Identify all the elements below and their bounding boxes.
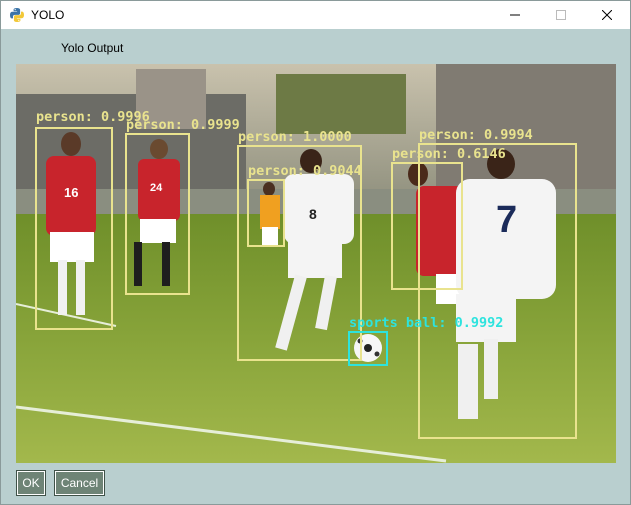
yolo-window: YOLO Yolo Output 16 24 8 7 person: 0.999…	[0, 0, 631, 505]
detection-box-person-4	[247, 179, 285, 247]
detection-label-person-5: person: 0.9994	[419, 127, 533, 143]
detection-box-person-1	[35, 127, 113, 330]
close-button[interactable]	[584, 1, 630, 29]
python-app-icon	[10, 8, 24, 22]
cancel-button[interactable]: Cancel	[54, 470, 105, 496]
detection-image: 16 24 8 7 person: 0.9996 person: 0.9999 …	[16, 64, 616, 463]
detection-box-person-2	[125, 133, 190, 295]
close-icon	[602, 10, 612, 20]
detection-box-sports-ball	[348, 331, 388, 366]
output-caption: Yolo Output	[61, 41, 124, 55]
detection-label-person-6: person: 0.6146	[392, 146, 506, 162]
ok-button[interactable]: OK	[16, 470, 46, 496]
detection-box-person-6	[391, 162, 463, 290]
minimize-button[interactable]	[492, 1, 538, 29]
maximize-icon	[556, 10, 566, 20]
detection-label-person-3: person: 1.0000	[238, 129, 352, 145]
minimize-icon	[510, 14, 520, 16]
detection-label-person-4: person: 0.9044	[248, 163, 362, 179]
window-title: YOLO	[31, 8, 65, 22]
maximize-button[interactable]	[538, 1, 584, 29]
detection-label-person-2: person: 0.9999	[126, 117, 240, 133]
trees	[276, 74, 406, 134]
title-bar[interactable]: YOLO	[1, 1, 630, 29]
detection-label-sports-ball: sports ball: 0.9992	[349, 315, 504, 331]
window-controls	[492, 1, 630, 29]
